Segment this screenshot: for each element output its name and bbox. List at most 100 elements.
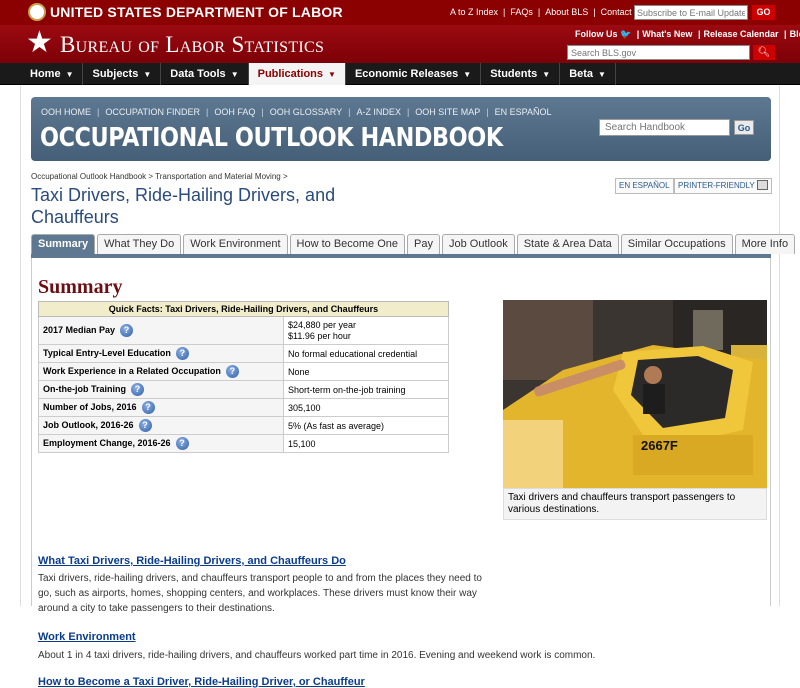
ooh-title[interactable]: OCCUPATIONAL OUTLOOK HANDBOOK bbox=[40, 123, 503, 153]
printer-icon bbox=[756, 179, 768, 190]
fact-value: $24,880 per year $11.96 per hour bbox=[283, 316, 449, 345]
occupation-finder-link[interactable]: OCCUPATION FINDER bbox=[105, 107, 200, 117]
a-z-index-link[interactable]: A-Z INDEX bbox=[356, 107, 401, 117]
twitter-icon[interactable]: 🐦 bbox=[620, 29, 631, 39]
tab-what-they-do[interactable]: What They Do bbox=[97, 234, 182, 254]
dol-title[interactable]: UNITED STATES DEPARTMENT OF LABOR bbox=[50, 4, 343, 20]
chevron-down-icon: ▼ bbox=[143, 70, 152, 79]
nav-beta[interactable]: Beta ▼ bbox=[560, 63, 616, 85]
tab-job-outlook[interactable]: Job Outlook bbox=[442, 234, 515, 254]
fact-value: Short-term on-the-job training bbox=[283, 380, 449, 399]
fact-label: Typical Entry-Level Education? bbox=[38, 344, 284, 363]
bls-title[interactable]: Bureau of Labor Statistics bbox=[60, 32, 324, 58]
link-a-to-z[interactable]: A to Z Index bbox=[450, 7, 498, 17]
section-link-what-they-do[interactable]: What Taxi Drivers, Ride-Hailing Drivers,… bbox=[38, 555, 346, 567]
nav-subjects[interactable]: Subjects ▼ bbox=[83, 63, 162, 85]
link-about-bls[interactable]: About BLS bbox=[545, 7, 588, 17]
link-faqs[interactable]: FAQs bbox=[510, 7, 533, 17]
fact-value: 5% (As fast as average) bbox=[283, 416, 449, 435]
tab-how-to-become-one[interactable]: How to Become One bbox=[289, 234, 406, 254]
breadcrumb-separator: > bbox=[148, 172, 154, 181]
table-row: 2017 Median Pay? $24,880 per year $11.96 … bbox=[38, 316, 449, 345]
nav-economic-releases[interactable]: Economic Releases ▼ bbox=[346, 63, 482, 85]
printer-friendly-button[interactable]: PRINTER-FRIENDLY bbox=[674, 178, 772, 194]
fact-label: Number of Jobs, 2016? bbox=[38, 398, 284, 417]
section-link-work-environment[interactable]: Work Environment bbox=[38, 631, 136, 643]
table-row: Job Outlook, 2016-26? 5% (As fast as ave… bbox=[38, 416, 449, 435]
email-updates-input[interactable] bbox=[634, 5, 748, 20]
fact-label: Job Outlook, 2016-26? bbox=[38, 416, 284, 435]
cab-number-text: 2667F bbox=[641, 438, 678, 453]
breadcrumb: Occupational Outlook Handbook > Transpor… bbox=[31, 172, 288, 181]
ooh-faq-link[interactable]: OOH FAQ bbox=[214, 107, 255, 117]
help-icon[interactable]: ? bbox=[138, 419, 152, 432]
main-nav: Home ▼ Subjects ▼ Data Tools ▼ Publications… bbox=[0, 63, 800, 85]
ooh-home-link[interactable]: OOH HOME bbox=[41, 107, 91, 117]
dol-seal-icon[interactable] bbox=[28, 3, 46, 21]
tab-summary[interactable]: Summary bbox=[31, 234, 96, 254]
section-link-how-to-become[interactable]: How to Become a Taxi Driver, Ride-Hailin… bbox=[38, 676, 365, 688]
summary-heading: Summary bbox=[38, 276, 123, 298]
taxi-photo-art: 2667F bbox=[503, 300, 767, 488]
tab-pay[interactable]: Pay bbox=[407, 234, 440, 254]
fact-value: None bbox=[283, 362, 449, 381]
bls-search-input[interactable] bbox=[567, 45, 750, 60]
email-go-button[interactable]: GO bbox=[752, 5, 775, 20]
summary-content: Summary Quick Facts: Taxi Drivers, Ride-… bbox=[31, 258, 771, 688]
photo-caption: Taxi drivers and chauffeurs transport pa… bbox=[503, 488, 767, 520]
table-row: Typical Entry-Level Education? No formal… bbox=[38, 344, 449, 363]
quick-facts-title: Quick Facts: Taxi Drivers, Ride-Hailing … bbox=[38, 301, 449, 317]
en-espanol-button[interactable]: EN ESPAÑOL bbox=[615, 178, 674, 194]
section-text-what-they-do: Taxi drivers, ride-hailing drivers, and … bbox=[38, 573, 482, 614]
follow-links: Follow Us 🐦 | What's New | Release Calenda… bbox=[575, 29, 800, 40]
chevron-down-icon: ▼ bbox=[230, 70, 239, 79]
top-links: A to Z Index | FAQs | About BLS | Contact Us bbox=[450, 7, 646, 17]
ooh-site-map-link[interactable]: OOH SITE MAP bbox=[415, 107, 480, 117]
breadcrumb-ooh[interactable]: Occupational Outlook Handbook bbox=[31, 172, 146, 181]
breadcrumb-separator: > bbox=[282, 172, 288, 181]
bls-header: ★ Bureau of Labor Statistics Follow Us 🐦… bbox=[0, 25, 800, 63]
handbook-go-button[interactable]: Go bbox=[734, 120, 754, 135]
quick-facts-table: Quick Facts: Taxi Drivers, Ride-Hailing … bbox=[38, 301, 449, 453]
table-row: Work Experience in a Related Occupation?… bbox=[38, 362, 449, 381]
fact-label: Work Experience in a Related Occupation? bbox=[38, 362, 284, 381]
fact-label: Employment Change, 2016-26? bbox=[38, 434, 284, 453]
release-calendar-link[interactable]: Release Calendar bbox=[703, 29, 778, 39]
chevron-down-icon: ▼ bbox=[542, 70, 551, 79]
handbook-search-input[interactable] bbox=[599, 119, 730, 136]
tab-work-environment[interactable]: Work Environment bbox=[183, 234, 288, 254]
table-row: Employment Change, 2016-26? 15,100 bbox=[38, 434, 449, 453]
search-icon[interactable]: 🔍︎ bbox=[753, 45, 775, 60]
dol-header-bar: UNITED STATES DEPARTMENT OF LABOR A to Z… bbox=[0, 0, 800, 25]
whats-new-link[interactable]: What's New bbox=[642, 29, 692, 39]
fact-value: No formal educational credential bbox=[283, 344, 449, 363]
table-row: On-the-job Training? Short-term on-the-j… bbox=[38, 380, 449, 399]
blog-link[interactable]: Blog bbox=[790, 29, 800, 39]
nav-home[interactable]: Home ▼ bbox=[21, 63, 84, 85]
fact-value: 305,100 bbox=[283, 398, 449, 417]
tab-more-info[interactable]: More Info bbox=[734, 234, 796, 254]
nav-data-tools[interactable]: Data Tools ▼ bbox=[161, 63, 249, 85]
help-icon[interactable]: ? bbox=[141, 401, 155, 414]
ooh-glossary-link[interactable]: OOH GLOSSARY bbox=[270, 107, 342, 117]
follow-us-link[interactable]: Follow Us bbox=[575, 29, 618, 39]
page-container: OOH HOME | OCCUPATION FINDER | OOH FAQ | OOH G… bbox=[20, 86, 796, 688]
help-icon[interactable]: ? bbox=[120, 324, 134, 337]
help-icon[interactable]: ? bbox=[175, 347, 189, 360]
nav-publications[interactable]: Publications ▼ bbox=[248, 63, 346, 85]
nav-students[interactable]: Students ▼ bbox=[481, 63, 561, 85]
tab-state-area-data[interactable]: State & Area Data bbox=[516, 234, 619, 254]
ooh-banner: OOH HOME | OCCUPATION FINDER | OOH FAQ | OOH G… bbox=[31, 97, 771, 161]
chevron-down-icon: ▼ bbox=[328, 70, 336, 79]
help-icon[interactable]: ? bbox=[225, 365, 239, 378]
bls-star-logo-icon[interactable]: ★ bbox=[26, 27, 53, 59]
fact-value: 15,100 bbox=[283, 434, 449, 453]
table-row: Number of Jobs, 2016? 305,100 bbox=[38, 398, 449, 417]
help-icon[interactable]: ? bbox=[175, 437, 189, 450]
en-espanol-link[interactable]: EN ESPAÑOL bbox=[495, 107, 552, 117]
help-icon[interactable]: ? bbox=[131, 383, 144, 396]
chevron-down-icon: ▼ bbox=[598, 70, 606, 79]
breadcrumb-transportation[interactable]: Transportation and Material Moving bbox=[155, 172, 281, 181]
tab-similar-occupations[interactable]: Similar Occupations bbox=[620, 234, 733, 254]
page-title: Taxi Drivers, Ride-Hailing Drivers, and … bbox=[31, 185, 336, 227]
